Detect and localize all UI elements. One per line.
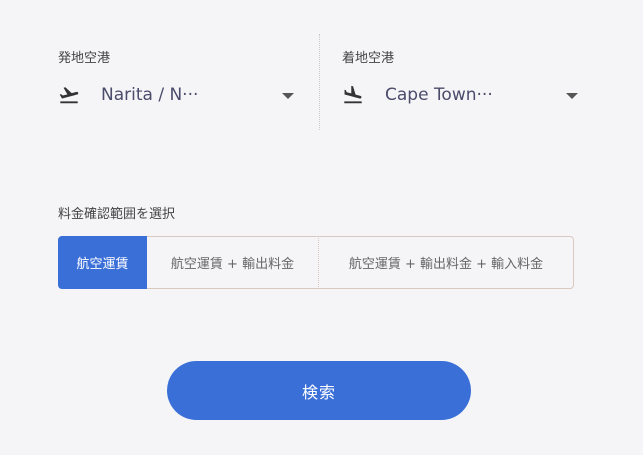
departure-airport-label: 発地空港: [58, 51, 111, 66]
fare-range-option-airfare-export-import[interactable]: 航空運賃 + 輸出料金 + 輸入料金: [319, 236, 574, 289]
plane-arrival-icon: [342, 84, 364, 106]
departure-airport-value: Narita / N···: [101, 85, 199, 105]
fare-range-segmented-control: 航空運賃 航空運賃 + 輸出料金 航空運賃 + 輸出料金 + 輸入料金: [58, 236, 574, 289]
arrival-airport-label: 着地空港: [342, 51, 395, 66]
arrival-airport-select[interactable]: Cape Town···: [342, 80, 578, 110]
departure-airport-field: 発地空港 Narita / N···: [58, 50, 298, 130]
chevron-down-icon: [282, 93, 294, 99]
fare-range-option-airfare-export[interactable]: 航空運賃 + 輸出料金: [147, 236, 319, 289]
departure-airport-select[interactable]: Narita / N···: [58, 80, 294, 110]
arrival-airport-value: Cape Town···: [385, 85, 493, 105]
arrival-airport-field: 着地空港 Cape Town···: [342, 50, 582, 130]
fare-range-label: 料金確認範囲を選択: [58, 207, 176, 222]
field-divider: [319, 34, 320, 130]
chevron-down-icon: [566, 93, 578, 99]
plane-departure-icon: [58, 84, 80, 106]
fare-range-option-airfare[interactable]: 航空運賃: [58, 236, 147, 289]
search-button[interactable]: 検索: [167, 361, 471, 420]
